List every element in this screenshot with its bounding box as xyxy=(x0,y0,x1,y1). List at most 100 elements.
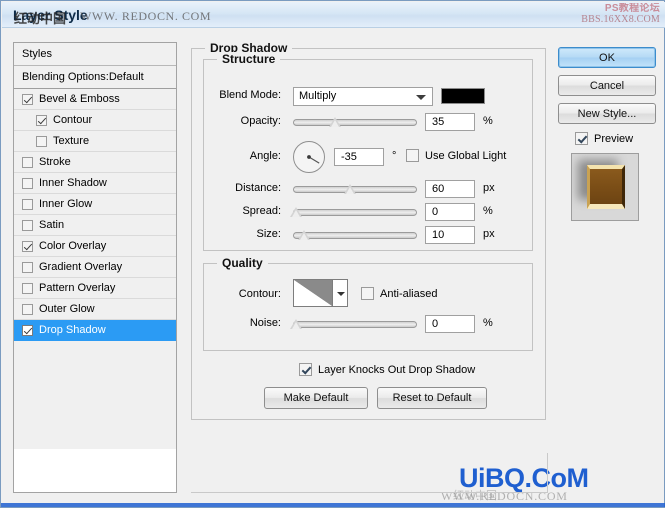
contour-dropdown-button[interactable] xyxy=(333,279,348,307)
blending-options-row[interactable]: Blending Options:Default xyxy=(14,66,176,89)
opacity-label: Opacity: xyxy=(240,115,281,127)
opacity-unit: % xyxy=(483,115,493,127)
spread-slider[interactable] xyxy=(290,207,417,217)
watermark-title-cn: 红动中国 xyxy=(14,11,67,26)
distance-row: Distance: 60 px xyxy=(203,180,531,200)
distance-unit: px xyxy=(483,182,495,194)
styles-list-empty-area xyxy=(14,341,176,449)
styles-list-item-label: Gradient Overlay xyxy=(39,260,123,273)
style-enable-checkbox[interactable] xyxy=(22,303,33,315)
distance-input[interactable]: 60 xyxy=(425,180,475,198)
size-row: Size: 10 px xyxy=(203,226,531,246)
ok-button[interactable]: OK xyxy=(558,47,656,68)
styles-list-item[interactable]: Contour xyxy=(14,110,176,131)
styles-list-item[interactable]: Pattern Overlay xyxy=(14,278,176,299)
size-slider[interactable] xyxy=(293,230,417,240)
checkbox-box xyxy=(299,363,312,376)
styles-list-item[interactable]: Inner Shadow xyxy=(14,173,176,194)
opacity-slider-thumb[interactable] xyxy=(329,117,341,127)
angle-dial-needle xyxy=(307,155,320,164)
use-global-light-checkbox[interactable]: Use Global Light xyxy=(406,149,506,162)
style-enable-checkbox[interactable] xyxy=(22,93,33,105)
blend-mode-select[interactable]: Multiply xyxy=(293,87,433,106)
watermark-topright-line2: BBS.16XX8.COM xyxy=(581,14,660,25)
size-label: Size: xyxy=(256,228,281,240)
style-enable-checkbox[interactable] xyxy=(22,240,33,252)
layer-knocks-out-checkbox[interactable]: Layer Knocks Out Drop Shadow xyxy=(299,363,475,376)
noise-slider-thumb[interactable] xyxy=(290,319,302,329)
style-enable-checkbox[interactable] xyxy=(22,198,33,210)
distance-slider-thumb[interactable] xyxy=(344,184,356,194)
styles-list-panel[interactable]: Styles Blending Options:Default Bevel & … xyxy=(13,42,177,493)
angle-row: Angle: -35 ° Use Global Light xyxy=(203,139,531,175)
style-enable-checkbox[interactable] xyxy=(22,282,33,294)
style-enable-checkbox[interactable] xyxy=(36,114,47,126)
styles-list-item[interactable]: Satin xyxy=(14,215,176,236)
spread-unit: % xyxy=(483,205,493,217)
noise-slider[interactable] xyxy=(290,319,417,329)
anti-aliased-checkbox[interactable]: Anti-aliased xyxy=(361,287,437,300)
contour-preset-swatch[interactable] xyxy=(293,279,333,307)
style-enable-checkbox[interactable] xyxy=(22,177,33,189)
opacity-row: Opacity: 35 % xyxy=(203,113,531,133)
watermark-bottom: UiBQ.CoM xyxy=(459,463,589,493)
checkbox-box xyxy=(361,287,374,300)
noise-input[interactable]: 0 xyxy=(425,315,475,333)
styles-list-item-label: Inner Shadow xyxy=(39,176,107,189)
styles-list-item[interactable]: Drop Shadow xyxy=(14,320,176,341)
angle-dial[interactable] xyxy=(293,141,325,173)
make-default-button[interactable]: Make Default xyxy=(264,387,368,409)
style-enable-checkbox[interactable] xyxy=(36,135,47,147)
shadow-color-swatch[interactable] xyxy=(441,88,485,104)
styles-list-item-label: Stroke xyxy=(39,155,71,168)
style-enable-checkbox[interactable] xyxy=(22,219,33,231)
spread-slider-thumb[interactable] xyxy=(290,207,302,217)
styles-list-item[interactable]: Outer Glow xyxy=(14,299,176,320)
watermark-topright-line1: PS教程论坛 xyxy=(604,3,660,14)
cancel-button[interactable]: Cancel xyxy=(558,75,656,96)
styles-list-header: Styles xyxy=(14,43,176,66)
layer-knocks-out-label: Layer Knocks Out Drop Shadow xyxy=(318,363,476,376)
angle-input[interactable]: -35 xyxy=(334,148,384,166)
noise-row: Noise: 0 % xyxy=(203,315,531,335)
checkbox-box xyxy=(575,132,588,145)
styles-list-rows: Bevel & Emboss Contour Texture Stroke Inner … xyxy=(14,89,176,341)
size-input[interactable]: 10 xyxy=(425,226,475,244)
styles-list-item-label: Outer Glow xyxy=(39,302,95,315)
styles-list-item-label: Bevel & Emboss xyxy=(39,92,120,105)
spread-row: Spread: 0 % xyxy=(203,203,531,223)
blend-mode-label: Blend Mode: xyxy=(219,89,281,101)
use-global-light-label: Use Global Light xyxy=(425,149,507,162)
styles-list-item[interactable]: Stroke xyxy=(14,152,176,173)
styles-list-item[interactable]: Bevel & Emboss xyxy=(14,89,176,110)
spread-label: Spread: xyxy=(242,205,281,217)
styles-list-item[interactable]: Texture xyxy=(14,131,176,152)
contour-row: Contour: Anti-aliased xyxy=(203,279,531,309)
spread-input[interactable]: 0 xyxy=(425,203,475,221)
new-style-button[interactable]: New Style... xyxy=(558,103,656,124)
contour-label: Contour: xyxy=(238,288,281,300)
size-slider-thumb[interactable] xyxy=(298,230,310,240)
styles-list-item-label: Contour xyxy=(53,113,93,126)
reset-to-default-button[interactable]: Reset to Default xyxy=(377,387,487,409)
chevron-down-icon xyxy=(416,95,426,100)
layer-style-dialog: Layer Style 红动中国 WWW. REDOCN. COM PS教程论坛… xyxy=(0,0,665,508)
styles-list-item[interactable]: Color Overlay xyxy=(14,236,176,257)
preview-label: Preview xyxy=(594,132,634,145)
opacity-slider[interactable] xyxy=(293,117,417,127)
style-enable-checkbox[interactable] xyxy=(22,324,33,336)
styles-list-item[interactable]: Gradient Overlay xyxy=(14,257,176,278)
noise-unit: % xyxy=(483,317,493,329)
opacity-input[interactable]: 35 xyxy=(425,113,475,131)
divider xyxy=(191,492,547,493)
preview-checkbox[interactable]: Preview xyxy=(575,132,633,145)
distance-slider[interactable] xyxy=(293,184,417,194)
styles-list-item-label: Texture xyxy=(53,134,90,147)
title-bar: Layer Style 红动中国 WWW. REDOCN. COM PS教程论坛… xyxy=(2,2,665,28)
styles-list-item[interactable]: Inner Glow xyxy=(14,194,176,215)
style-enable-checkbox[interactable] xyxy=(22,156,33,168)
structure-group-title: Structure xyxy=(217,52,281,66)
quality-group-title: Quality xyxy=(217,256,268,270)
style-enable-checkbox[interactable] xyxy=(22,261,33,273)
distance-label: Distance: xyxy=(235,182,281,194)
